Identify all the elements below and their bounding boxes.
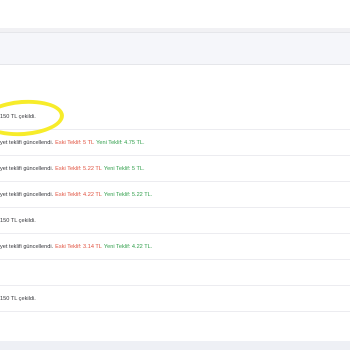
row-message: yet teklifi güncellendi. [0,139,54,146]
bottom-strip [0,341,350,350]
table-row: yet teklifi güncellendi. Eski Teklif: 3.… [0,234,350,260]
new-offer: Yeni Teklif: 4.75 TL. [96,139,145,146]
table-row: yet teklifi güncellendi. Eski Teklif: 5 … [0,130,350,156]
row-message: yet teklifi güncellendi. [0,191,54,198]
row-message: yet teklifi güncellendi. [0,165,54,172]
row-message: 150 TL çekildi. [0,217,36,224]
new-offer: Yeni Teklif: 5.22 TL. [103,191,153,198]
table-row: yet teklifi güncellendi. Eski Teklif: 4.… [0,182,350,208]
new-offer: Yeni Teklif: 5 TL. [103,165,145,172]
old-offer: Eski Teklif: 4.22 TL [55,191,102,198]
table-row: 150 TL çekildi. [0,286,350,312]
table-header [0,32,350,65]
new-offer: Yeni Teklif: 4.22 TL. [103,243,153,250]
old-offer: Eski Teklif: 5 TL [55,139,95,146]
old-offer: Eski Teklif: 3.14 TL [55,243,102,250]
table-row [0,260,350,286]
top-toolbar-area [0,0,350,28]
table-row: 150 TL çekildi. [0,208,350,234]
old-offer: Eski Teklif: 5.22 TL [55,165,102,172]
table-row: yet teklifi güncellendi. Eski Teklif: 5.… [0,156,350,182]
row-message: 150 TL çekildi. [0,295,36,302]
row-message: yet teklifi güncellendi. [0,243,54,250]
